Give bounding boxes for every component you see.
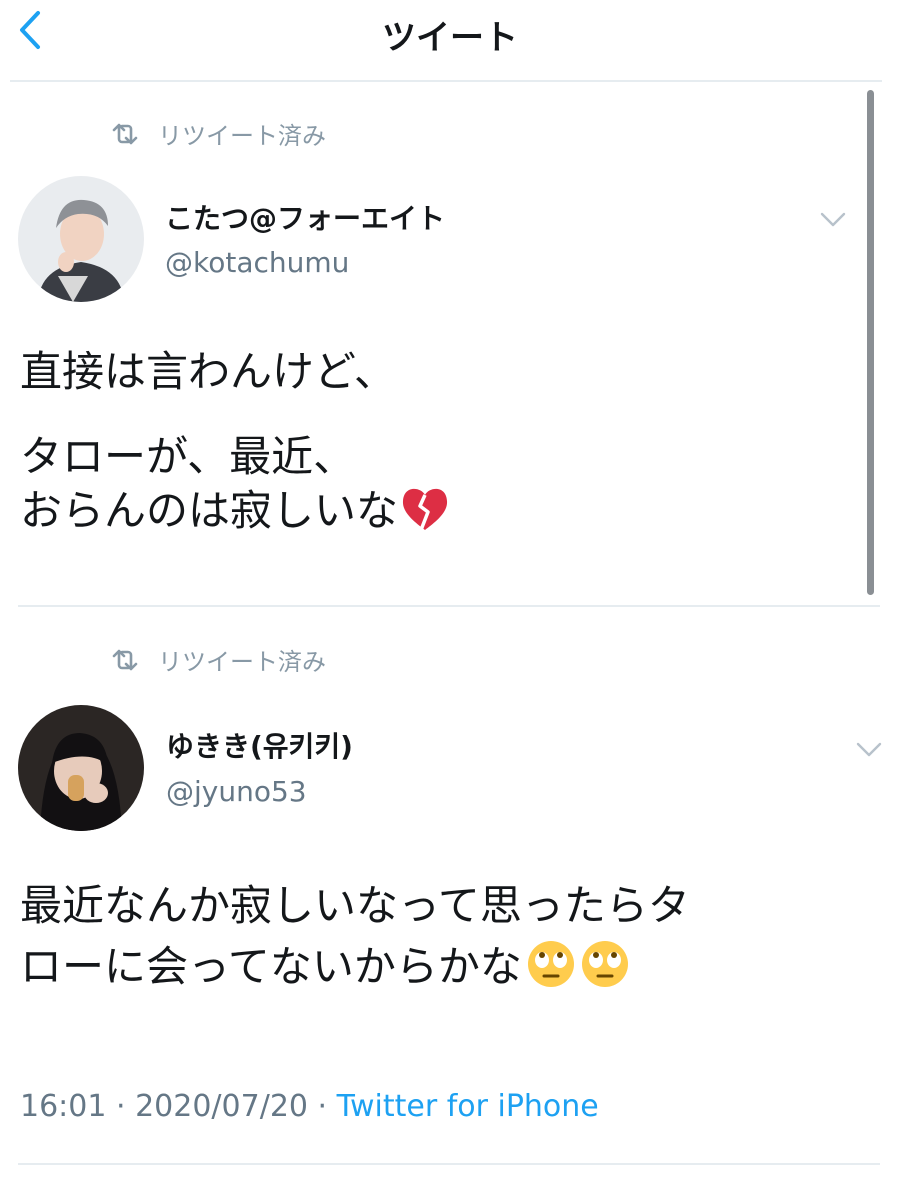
tweet-line: タローが、最近、 [20,431,356,481]
user-handle[interactable]: @jyuno53 [166,775,307,808]
tweet-text: 直接は言わんけど、 タローが、最近、 おらんのは寂しいな [20,345,450,539]
avatar[interactable] [18,705,144,831]
face-with-rolling-eyes-icon [581,940,628,987]
tweet-options-button[interactable] [852,733,886,767]
chevron-down-icon [856,742,882,757]
retweet-icon [112,123,138,144]
face-with-rolling-eyes-icon [527,940,574,987]
top-bar: ツイート [0,0,900,80]
retweeted-indicator: リツイート済み [110,642,326,677]
page-title: ツイート [382,18,518,58]
tweet-text: 最近なんか寂しいなって思ったらタ ローに会ってないからかな [20,876,690,998]
tweet-options-button[interactable] [816,203,850,237]
profile-photo [18,705,144,831]
tweet-date: 2020/07/20 [135,1089,308,1124]
tweet-line: 最近なんか寂しいなって思ったらタ [20,881,690,930]
user-handle[interactable]: @kotachumu [165,246,349,279]
tweet-source-link[interactable]: Twitter for iPhone [337,1089,599,1124]
display-name[interactable]: ゆきき(유키키) [166,725,353,765]
tweet-line-with-emoji: ローに会ってないからかな [20,937,690,998]
tweet-metadata: 16:01 · 2020/07/20 · Twitter for iPhone [20,1089,599,1124]
retweet-label: リツイート済み [158,122,326,150]
scrollbar[interactable] [867,90,874,595]
separator: · [106,1089,136,1124]
retweeted-indicator: リツイート済み [110,116,326,151]
profile-photo [18,176,144,302]
header-divider [10,80,882,82]
display-name[interactable]: こたつ@フォーエイト [165,197,445,237]
tweet-line-with-emoji: おらんのは寂しいな [20,484,450,539]
retweet-label: リツイート済み [158,648,326,676]
footer-divider [18,1163,880,1165]
retweet-icon [112,649,138,670]
chevron-down-icon [820,212,846,227]
tweet-time: 16:01 [20,1089,107,1124]
separator: · [308,1089,337,1124]
avatar[interactable] [18,176,144,302]
tweet-line: 直接は言わんけど、 [20,347,396,396]
tweet-divider [18,605,880,607]
broken-heart-icon [402,489,448,531]
